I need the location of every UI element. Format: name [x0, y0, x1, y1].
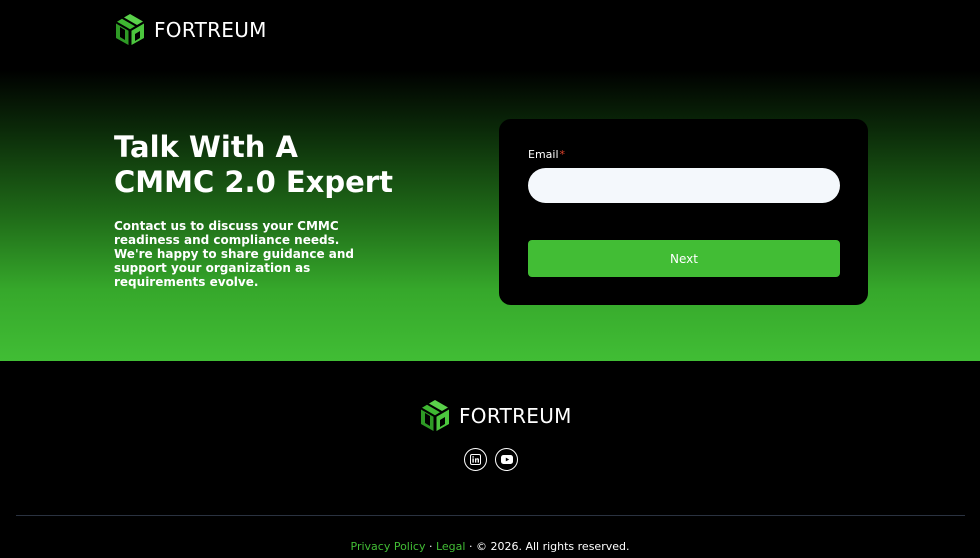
copyright-text: · © 2026. All rights reserved.	[465, 540, 630, 553]
headline-line-1: Talk With A	[114, 130, 298, 164]
fortreum-logo-icon	[421, 400, 449, 431]
brand-name: FORTREUM	[459, 404, 572, 428]
brand-name: FORTREUM	[154, 18, 267, 42]
linkedin-link[interactable]	[464, 448, 487, 471]
next-button[interactable]: Next	[528, 240, 840, 277]
youtube-link[interactable]	[495, 448, 518, 471]
page-headline: Talk With A CMMC 2.0 Expert	[114, 130, 434, 200]
youtube-icon	[500, 455, 513, 464]
header-logo[interactable]: FORTREUM	[112, 12, 267, 48]
fortreum-logo-icon	[116, 14, 144, 45]
linkedin-icon	[470, 454, 481, 465]
footer-separator: ·	[425, 540, 436, 553]
footer-divider	[16, 515, 965, 516]
email-label: Email*	[528, 148, 565, 161]
contact-form-card: Email* Next	[499, 119, 868, 305]
footer-logo[interactable]: FORTREUM	[417, 398, 572, 434]
headline-line-2: CMMC 2.0 Expert	[114, 165, 393, 199]
privacy-policy-link[interactable]: Privacy Policy	[351, 540, 426, 553]
hero-description: Contact us to discuss your CMMC readines…	[114, 219, 354, 289]
email-label-text: Email	[528, 148, 559, 161]
email-input[interactable]	[528, 168, 840, 203]
required-marker: *	[559, 148, 566, 161]
social-links	[464, 448, 518, 471]
legal-link[interactable]: Legal	[436, 540, 465, 553]
footer-legal-line: Privacy Policy · Legal · © 2026. All rig…	[0, 540, 980, 553]
